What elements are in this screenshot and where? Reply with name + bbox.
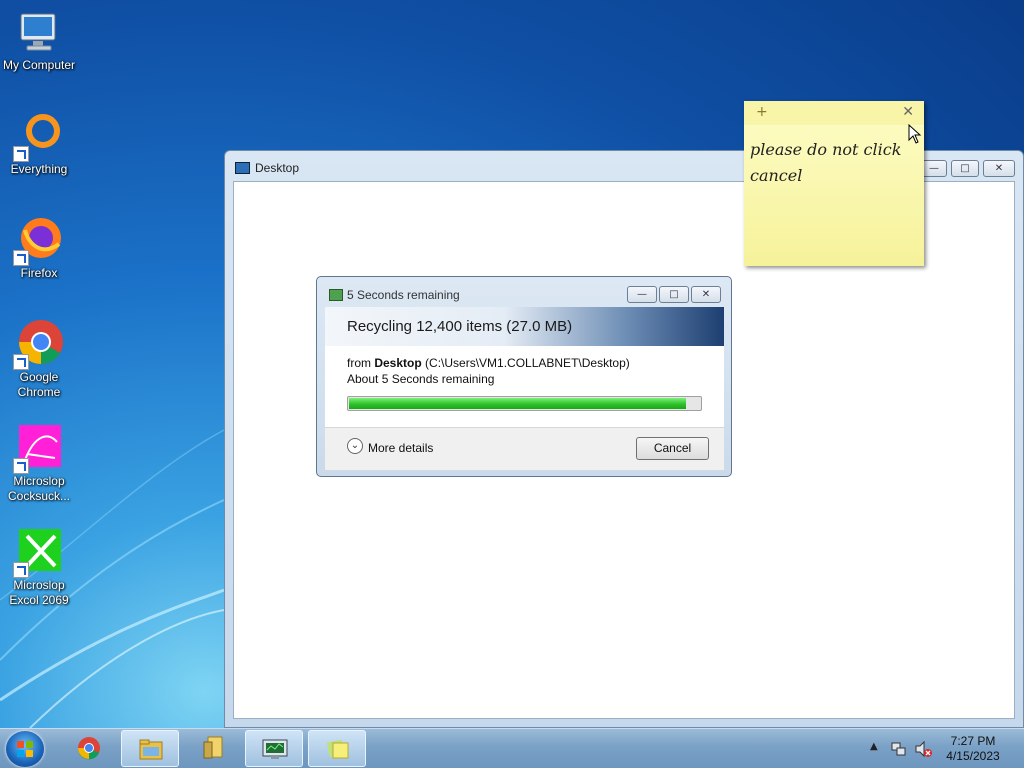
- dialog-close-button[interactable]: ✕: [691, 286, 721, 303]
- window-folder-icon: [235, 162, 250, 174]
- time-remaining-text: About 5 Seconds remaining: [347, 372, 495, 386]
- desktop-icon-my-computer[interactable]: My Computer: [0, 8, 78, 73]
- chrome-icon: [13, 320, 63, 370]
- desktop-background: My Computer Everything Firefox Google Ch…: [0, 0, 1024, 728]
- mouse-cursor-icon: [908, 124, 922, 144]
- desktop-icon-label: Microslop Excol 2069: [9, 578, 69, 607]
- show-hidden-icons-icon[interactable]: ▲: [870, 741, 878, 752]
- add-note-icon[interactable]: +: [756, 104, 768, 120]
- recycle-progress-dialog[interactable]: 5 Seconds remaining — □ ✕ Recycling 12,4…: [316, 276, 732, 477]
- monitor-icon: [262, 739, 288, 759]
- desktop-icon-label: Microslop Cocksuck...: [7, 474, 70, 503]
- sticky-note-titlebar[interactable]: + ✕: [744, 101, 924, 125]
- green-app-icon: [13, 528, 63, 578]
- close-note-icon[interactable]: ✕: [902, 104, 914, 120]
- progress-bar: [347, 396, 702, 411]
- desktop-icon-label: Google Chrome: [17, 370, 61, 399]
- taskbar-system-monitor[interactable]: [245, 730, 303, 767]
- dialog-header: Recycling 12,400 items (27.0 MB): [325, 307, 724, 346]
- dialog-body: from Desktop (C:\Users\VM1.COLLABNET\Des…: [325, 346, 724, 427]
- shortcut-arrow-icon: [13, 458, 29, 474]
- window-title: Desktop: [255, 161, 300, 175]
- cancel-button[interactable]: Cancel: [636, 437, 709, 460]
- chrome-icon: [78, 737, 100, 760]
- folder-icon: [139, 739, 163, 760]
- taskbar-sticky-notes[interactable]: [308, 730, 366, 767]
- recycle-dialog-icon: [329, 289, 343, 301]
- dialog-maximize-button[interactable]: □: [659, 286, 689, 303]
- dialog-header-text: Recycling 12,400 items (27.0 MB): [347, 318, 573, 335]
- chevron-down-icon[interactable]: ⌄: [347, 438, 363, 454]
- firefox-icon: [13, 216, 63, 266]
- clock-time: 7:27 PM: [950, 734, 996, 748]
- desktop-icon-microslop-excol[interactable]: Microslop Excol 2069: [0, 528, 78, 608]
- more-details-button[interactable]: More details: [368, 441, 433, 455]
- source-path: (C:\Users\VM1.COLLABNET\Desktop): [425, 356, 630, 370]
- sticky-notes-icon: [326, 739, 349, 759]
- computer-icon: [15, 8, 63, 56]
- desktop-icon-label: Firefox: [20, 266, 58, 280]
- taskbar-file-explorer[interactable]: [121, 730, 179, 767]
- clock-date: 4/15/2023: [946, 749, 1000, 763]
- taskbar-clock[interactable]: 7:27 PM 4/15/2023: [940, 734, 1006, 764]
- desktop-icon-everything[interactable]: Everything: [0, 112, 78, 177]
- desktop-icon-label: My Computer: [2, 58, 76, 72]
- desktop-icon-microslop-app[interactable]: Microslop Cocksuck...: [0, 424, 78, 504]
- dialog-footer: ⌄ More details Cancel: [325, 427, 724, 470]
- sticky-note[interactable]: + ✕ please do not click cancel: [744, 101, 924, 266]
- taskbar-sticky-app[interactable]: [184, 730, 242, 767]
- shortcut-arrow-icon: [13, 562, 29, 578]
- network-icon[interactable]: [890, 740, 908, 758]
- maximize-button[interactable]: □: [951, 160, 979, 177]
- shortcut-arrow-icon: [13, 146, 29, 162]
- pink-app-icon: [13, 424, 63, 474]
- shortcut-arrow-icon: [13, 250, 29, 266]
- volume-muted-icon[interactable]: [914, 740, 932, 758]
- start-button[interactable]: [6, 731, 44, 767]
- desktop-icon-firefox[interactable]: Firefox: [0, 216, 78, 281]
- sticky-app-icon: [203, 736, 223, 759]
- close-button[interactable]: ✕: [983, 160, 1015, 177]
- dialog-title: 5 Seconds remaining: [347, 288, 460, 302]
- windows-logo-icon: [17, 741, 33, 757]
- shortcut-arrow-icon: [13, 354, 29, 370]
- progress-bar-fill: [349, 398, 686, 409]
- dialog-minimize-button[interactable]: —: [627, 286, 657, 303]
- sticky-note-text[interactable]: please do not click cancel: [750, 137, 914, 189]
- desktop-icon-label: Everything: [10, 162, 68, 176]
- taskbar: ▲ 7:27 PM 4/15/2023: [0, 728, 1024, 768]
- minimize-button[interactable]: —: [921, 160, 947, 177]
- taskbar-chrome[interactable]: [60, 730, 118, 767]
- everything-icon: [13, 112, 63, 162]
- source-line: from Desktop (C:\Users\VM1.COLLABNET\Des…: [347, 356, 630, 370]
- source-location: Desktop: [374, 356, 422, 370]
- desktop-icon-google-chrome[interactable]: Google Chrome: [0, 320, 78, 400]
- source-prefix: from: [347, 356, 371, 370]
